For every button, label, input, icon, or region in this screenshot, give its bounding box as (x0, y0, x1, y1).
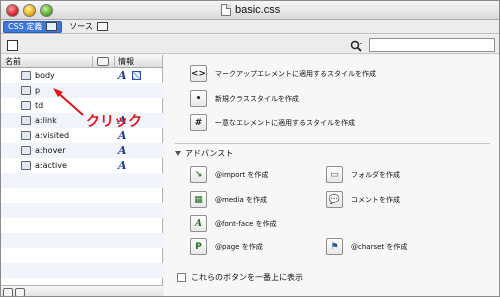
rule-label: a:visited (35, 131, 70, 140)
callout-arrow-icon (53, 88, 84, 116)
import-button[interactable]: ↘ (190, 166, 207, 183)
rule-icon (21, 71, 31, 80)
folder-label: フォルダを作成 (351, 171, 400, 179)
new-class-style-button[interactable]: • (190, 90, 207, 107)
rule-row-a-active[interactable]: a:active A (1, 158, 163, 173)
column-icon[interactable] (97, 57, 109, 66)
zoom-button[interactable] (40, 4, 53, 17)
window-title-text: basic.css (235, 4, 281, 16)
list-view-icon[interactable] (3, 287, 13, 296)
disclosure-triangle-icon[interactable] (175, 151, 181, 156)
fontface-button[interactable]: A (190, 215, 207, 232)
app-window: basic.css CSS 定義 ソース 名前 情報 body A p td a… (0, 0, 500, 297)
fontface-icon: A (195, 218, 202, 229)
comment-button[interactable]: 💬 (326, 191, 343, 208)
column-info[interactable]: 情報 (118, 56, 134, 67)
rules-list-header: 名前 情報 (1, 55, 162, 68)
close-button[interactable] (6, 4, 19, 17)
window-title: basic.css (221, 4, 280, 16)
markup-style-label: マークアップエレメントに適用するスタイルを作成 (215, 70, 376, 78)
markup-style-button[interactable]: <> (190, 65, 207, 82)
column-separator (92, 56, 93, 67)
callout-label: クリック (86, 114, 142, 130)
rule-row-a-hover[interactable]: a:hover A (1, 143, 163, 158)
font-a-icon: A (118, 144, 127, 157)
rule-label: a:active (35, 161, 67, 170)
search-input[interactable] (369, 38, 495, 52)
show-buttons-on-top-checkbox[interactable] (177, 273, 186, 282)
empty-row (1, 248, 163, 263)
column-name[interactable]: 名前 (5, 56, 21, 67)
empty-row (1, 263, 163, 278)
rule-icon (21, 116, 31, 125)
rule-label: p (35, 86, 41, 95)
rule-icon (21, 161, 31, 170)
eye-icon[interactable] (15, 287, 25, 296)
tab-source-label: ソース (69, 22, 93, 31)
unique-element-style-button[interactable]: # (190, 114, 207, 131)
search-icon[interactable] (350, 40, 364, 52)
page-label: @page を作成 (215, 243, 263, 251)
charset-icon: ⚑ (330, 241, 339, 252)
new-class-style-label: 新規クラススタイルを作成 (215, 95, 299, 103)
page-icon: P (195, 241, 202, 252)
minimize-button[interactable] (23, 4, 36, 17)
titlebar: basic.css (1, 1, 499, 20)
charset-label: @charset を作成 (351, 243, 408, 251)
empty-row (1, 203, 163, 218)
bottom-bar (1, 285, 163, 296)
font-a-icon: A (118, 159, 127, 172)
import-label: @import を作成 (215, 171, 269, 179)
tab-css-definition-label: CSS 定義 (8, 22, 43, 31)
rule-label: body (35, 71, 55, 80)
rule-icon (21, 86, 31, 95)
charset-button[interactable]: ⚑ (326, 238, 343, 255)
rule-icon (21, 101, 31, 110)
advanced-section-label: アドバンスト (185, 149, 234, 158)
section-divider (175, 143, 490, 144)
import-icon: ↘ (194, 169, 203, 180)
rule-label: a:hover (35, 146, 66, 155)
fontface-label: @font-face を作成 (215, 220, 277, 228)
empty-row (1, 233, 163, 248)
tab-bar: CSS 定義 ソース (1, 20, 499, 34)
media-label: @media を作成 (215, 196, 268, 204)
source-icon (96, 22, 108, 31)
tab-source[interactable]: ソース (65, 21, 112, 33)
panel-menu-icon[interactable] (7, 40, 18, 51)
folder-icon: ▭ (330, 169, 339, 180)
empty-row (1, 173, 163, 188)
comment-label: コメントを作成 (351, 196, 400, 204)
page-button[interactable]: P (190, 238, 207, 255)
media-button[interactable]: ▦ (190, 191, 207, 208)
unique-element-style-label: 一意なエレメントに適用するスタイルを作成 (215, 119, 355, 127)
markup-icon: <> (190, 68, 207, 79)
rule-label: td (35, 101, 44, 110)
folder-button[interactable]: ▭ (326, 166, 343, 183)
document-icon (221, 4, 231, 16)
font-a-icon: A (118, 69, 127, 82)
comment-icon: 💬 (328, 194, 341, 205)
rule-icon (21, 131, 31, 140)
column-separator (114, 56, 115, 67)
grid-icon (132, 71, 141, 80)
actions-pane: <> マークアップエレメントに適用するスタイルを作成 • 新規クラススタイルを作… (164, 55, 499, 296)
media-icon: ▦ (194, 194, 203, 205)
css-definition-icon (46, 22, 58, 31)
toolbar (1, 35, 499, 54)
dot-icon: • (195, 93, 202, 104)
tab-css-definition[interactable]: CSS 定義 (3, 20, 63, 33)
show-buttons-on-top-label: これらのボタンを一番上に表示 (191, 273, 303, 282)
empty-row (1, 188, 163, 203)
hash-icon: # (194, 117, 203, 128)
empty-row (1, 218, 163, 233)
rule-icon (21, 146, 31, 155)
